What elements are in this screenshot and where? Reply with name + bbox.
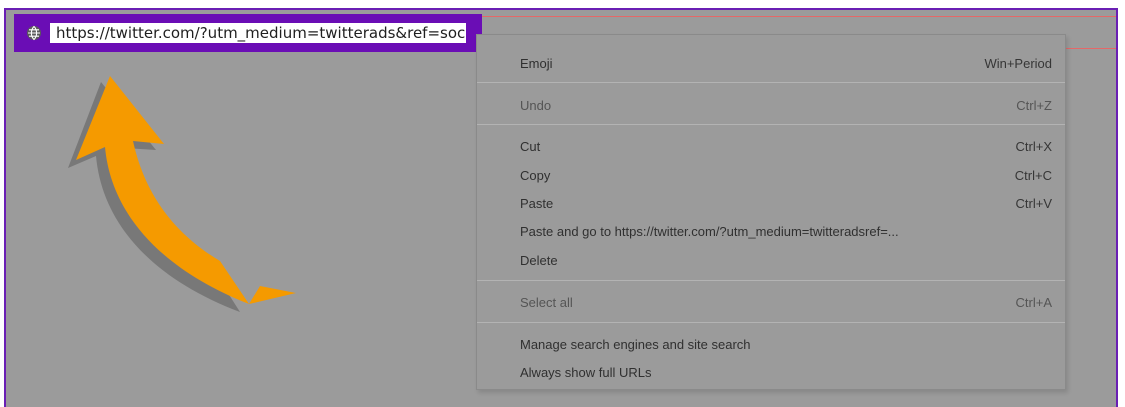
menu-item-paste-and-go[interactable]: Paste and go to https://twitter.com/?utm… xyxy=(520,217,1052,245)
menu-item-paste[interactable]: Paste Ctrl+V xyxy=(520,189,1052,217)
menu-item-select-all[interactable]: Select all Ctrl+A xyxy=(520,288,1052,316)
menu-item-shortcut: Ctrl+V xyxy=(1015,195,1052,211)
menu-item-label: Manage search engines and site search xyxy=(520,336,751,352)
menu-separator xyxy=(477,82,1065,83)
globe-icon xyxy=(27,25,41,41)
menu-item-shortcut: Ctrl+C xyxy=(1014,167,1052,183)
menu-item-copy[interactable]: Copy Ctrl+C xyxy=(520,161,1052,189)
menu-item-label: Select all xyxy=(520,294,573,310)
address-bar[interactable]: https://twitter.com/?utm_medium=twittera… xyxy=(26,22,482,44)
menu-item-label: Undo xyxy=(520,97,552,113)
menu-item-label: Paste and go to https://twitter.com/?utm… xyxy=(520,223,899,239)
menu-item-manage-search-engines[interactable]: Manage search engines and site search xyxy=(520,330,1052,358)
menu-item-label: Always show full URLs xyxy=(520,364,652,380)
menu-separator xyxy=(477,280,1065,281)
menu-item-label: Delete xyxy=(520,252,558,268)
menu-item-label: Copy xyxy=(520,167,551,183)
top-decoration-line-right xyxy=(1066,48,1116,49)
menu-item-label: Cut xyxy=(520,138,541,154)
menu-item-label: Emoji xyxy=(520,55,553,71)
context-menu: Emoji Win+Period Undo Ctrl+Z Cut Ctrl+X … xyxy=(476,34,1066,390)
menu-item-shortcut: Ctrl+X xyxy=(1015,138,1052,154)
screenshot-frame: https://twitter.com/?utm_medium=twittera… xyxy=(4,8,1118,407)
menu-item-always-show-full-urls[interactable]: Always show full URLs xyxy=(520,358,1052,386)
top-decoration-line xyxy=(478,16,1116,17)
menu-item-cut[interactable]: Cut Ctrl+X xyxy=(520,132,1052,160)
menu-item-emoji[interactable]: Emoji Win+Period xyxy=(520,49,1052,77)
menu-item-shortcut: Ctrl+A xyxy=(1015,294,1052,310)
menu-separator xyxy=(477,124,1065,125)
menu-item-delete[interactable]: Delete xyxy=(520,246,1052,274)
menu-item-shortcut: Ctrl+Z xyxy=(1016,97,1052,113)
arrow-icon xyxy=(68,76,296,312)
address-bar-highlight: https://twitter.com/?utm_medium=twittera… xyxy=(14,14,482,52)
menu-item-label: Paste xyxy=(520,195,554,211)
menu-item-shortcut: Win+Period xyxy=(984,55,1052,71)
menu-item-undo[interactable]: Undo Ctrl+Z xyxy=(520,91,1052,119)
address-url-text[interactable]: https://twitter.com/?utm_medium=twittera… xyxy=(50,23,466,43)
menu-separator xyxy=(477,322,1065,323)
